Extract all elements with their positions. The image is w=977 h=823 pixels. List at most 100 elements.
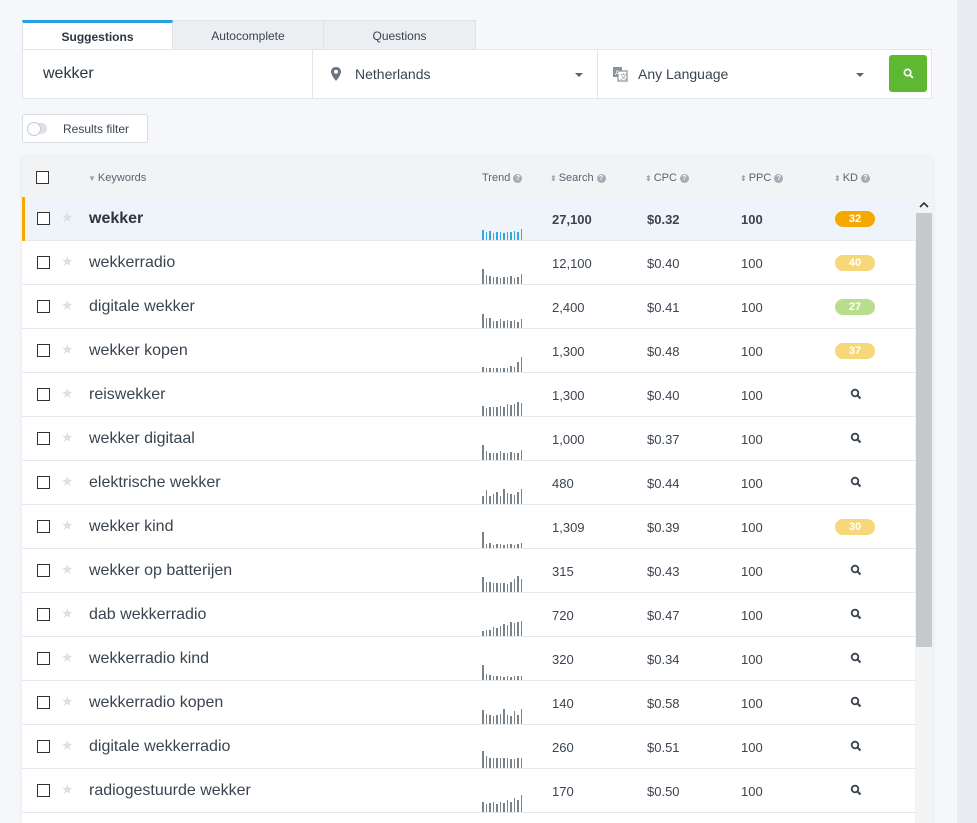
- keyword-text[interactable]: wekker op batterijen: [89, 562, 232, 580]
- find-keywords-button[interactable]: [889, 55, 927, 92]
- row-checkbox[interactable]: [37, 388, 50, 401]
- row-checkbox[interactable]: [37, 212, 50, 225]
- scrollbar-thumb[interactable]: [916, 213, 932, 647]
- search-icon[interactable]: [850, 652, 862, 664]
- help-icon[interactable]: ?: [513, 174, 523, 183]
- trend-sparkline: [482, 619, 524, 636]
- star-icon[interactable]: ★: [61, 253, 74, 270]
- row-checkbox[interactable]: [37, 432, 50, 445]
- help-icon[interactable]: ?: [860, 174, 870, 183]
- table-row[interactable]: ★ wekker kopen 1,300 $0.48 100 37: [22, 329, 915, 373]
- row-checkbox[interactable]: [37, 740, 50, 753]
- star-icon[interactable]: ★: [61, 385, 74, 402]
- keyword-text[interactable]: digitale wekker: [89, 298, 195, 316]
- table-row[interactable]: ★ reiswekker 1,300 $0.40 100: [22, 373, 915, 417]
- trend-bar: [496, 628, 498, 636]
- table-row[interactable]: ★ wekker 27,100 $0.32 100 32: [22, 197, 915, 241]
- search-icon[interactable]: [850, 608, 862, 620]
- row-checkbox[interactable]: [37, 344, 50, 357]
- star-icon[interactable]: ★: [61, 561, 74, 578]
- column-search[interactable]: ⬍ Search?: [550, 172, 606, 184]
- table-row[interactable]: ★ wekkerradio kind 320 $0.34 100: [22, 637, 915, 681]
- keyword-input[interactable]: [23, 50, 313, 98]
- keyword-text[interactable]: wekker: [89, 210, 143, 228]
- table-row[interactable]: ★ wekker kind 1,309 $0.39 100 30: [22, 505, 915, 549]
- search-icon[interactable]: [850, 476, 862, 488]
- keyword-text[interactable]: radiogestuurde wekker: [89, 782, 251, 800]
- row-checkbox[interactable]: [37, 652, 50, 665]
- table-row[interactable]: ★ dab wekkerradio 720 $0.47 100: [22, 593, 915, 637]
- ppc-value: 100: [741, 212, 763, 227]
- row-checkbox[interactable]: [37, 300, 50, 313]
- keyword-text[interactable]: elektrische wekker: [89, 474, 221, 492]
- keyword-text[interactable]: dab wekkerradio: [89, 606, 206, 624]
- row-checkbox[interactable]: [37, 476, 50, 489]
- search-icon[interactable]: [850, 784, 862, 796]
- search-volume: 140: [552, 696, 574, 711]
- keyword-text[interactable]: wekker digitaal: [89, 430, 195, 448]
- keyword-text[interactable]: wekkerradio: [89, 254, 175, 272]
- tab-autocomplete[interactable]: Autocomplete: [173, 20, 324, 50]
- search-volume: 1,300: [552, 388, 585, 403]
- column-cpc[interactable]: ⬍ CPC?: [645, 172, 689, 184]
- column-kd[interactable]: ⬍ KD?: [834, 172, 870, 184]
- help-icon[interactable]: ?: [679, 174, 689, 183]
- star-icon[interactable]: ★: [61, 429, 74, 446]
- table-row[interactable]: ★ wekkerradio kopen 140 $0.58 100: [22, 681, 915, 725]
- table-row[interactable]: ★ digitale wekker 2,400 $0.41 100 27: [22, 285, 915, 329]
- keyword-text[interactable]: digitale wekkerradio: [89, 738, 230, 756]
- star-icon[interactable]: ★: [61, 473, 74, 490]
- keyword-text[interactable]: wekkerradio kopen: [89, 694, 223, 712]
- table-row[interactable]: ★ digitale wekkerradio 260 $0.51 100: [22, 725, 915, 769]
- star-icon[interactable]: ★: [61, 605, 74, 622]
- trend-bar: [517, 715, 519, 724]
- results-filter-button[interactable]: Results filter: [22, 114, 148, 143]
- keyword-text[interactable]: reiswekker: [89, 386, 165, 404]
- table-row[interactable]: ★ wekker op batterijen 315 $0.43 100: [22, 549, 915, 593]
- search-icon[interactable]: [850, 388, 862, 400]
- search-icon[interactable]: [850, 564, 862, 576]
- trend-bar: [506, 758, 508, 768]
- help-icon[interactable]: ?: [774, 174, 784, 183]
- tab-suggestions[interactable]: Suggestions: [22, 20, 173, 50]
- row-checkbox[interactable]: [37, 256, 50, 269]
- scrollbar[interactable]: [915, 197, 933, 823]
- table-row[interactable]: ★ wekkerradio 12,100 $0.40 100 40: [22, 241, 915, 285]
- ppc-value: 100: [741, 300, 763, 315]
- help-icon[interactable]: ?: [596, 174, 606, 183]
- search-icon[interactable]: [850, 696, 862, 708]
- row-checkbox[interactable]: [37, 696, 50, 709]
- column-ppc[interactable]: ⬍ PPC?: [740, 172, 784, 184]
- star-icon[interactable]: ★: [61, 693, 74, 710]
- search-icon[interactable]: [850, 740, 862, 752]
- column-keywords[interactable]: ▼ Keywords: [88, 172, 146, 184]
- star-icon[interactable]: ★: [61, 649, 74, 666]
- trend-bar: [510, 405, 512, 416]
- row-checkbox[interactable]: [37, 564, 50, 577]
- star-icon[interactable]: ★: [61, 297, 74, 314]
- trend-bar: [492, 453, 494, 460]
- row-checkbox[interactable]: [37, 784, 50, 797]
- kd-badge: 37: [835, 343, 875, 359]
- keyword-text[interactable]: wekker kopen: [89, 342, 188, 360]
- row-checkbox[interactable]: [37, 520, 50, 533]
- star-icon[interactable]: ★: [61, 209, 74, 226]
- star-icon[interactable]: ★: [61, 737, 74, 754]
- star-icon[interactable]: ★: [61, 781, 74, 798]
- star-icon[interactable]: ★: [61, 517, 74, 534]
- language-select[interactable]: A文 Any Language: [598, 50, 878, 98]
- select-all-checkbox[interactable]: [36, 171, 49, 184]
- filter-toggle[interactable]: [27, 122, 47, 136]
- trend-bar: [485, 232, 487, 240]
- search-icon[interactable]: [850, 432, 862, 444]
- row-checkbox[interactable]: [37, 608, 50, 621]
- tab-questions[interactable]: Questions: [324, 20, 476, 50]
- location-select[interactable]: Netherlands: [313, 50, 598, 98]
- table-row[interactable]: ★ wekker digitaal 1,000 $0.37 100: [22, 417, 915, 461]
- keyword-text[interactable]: wekker kind: [89, 518, 173, 536]
- star-icon[interactable]: ★: [61, 341, 74, 358]
- keyword-text[interactable]: wekkerradio kind: [89, 650, 209, 668]
- scroll-up-arrow-icon[interactable]: [918, 200, 930, 210]
- table-row[interactable]: ★ radiogestuurde wekker 170 $0.50 100: [22, 769, 915, 813]
- table-row[interactable]: ★ elektrische wekker 480 $0.44 100: [22, 461, 915, 505]
